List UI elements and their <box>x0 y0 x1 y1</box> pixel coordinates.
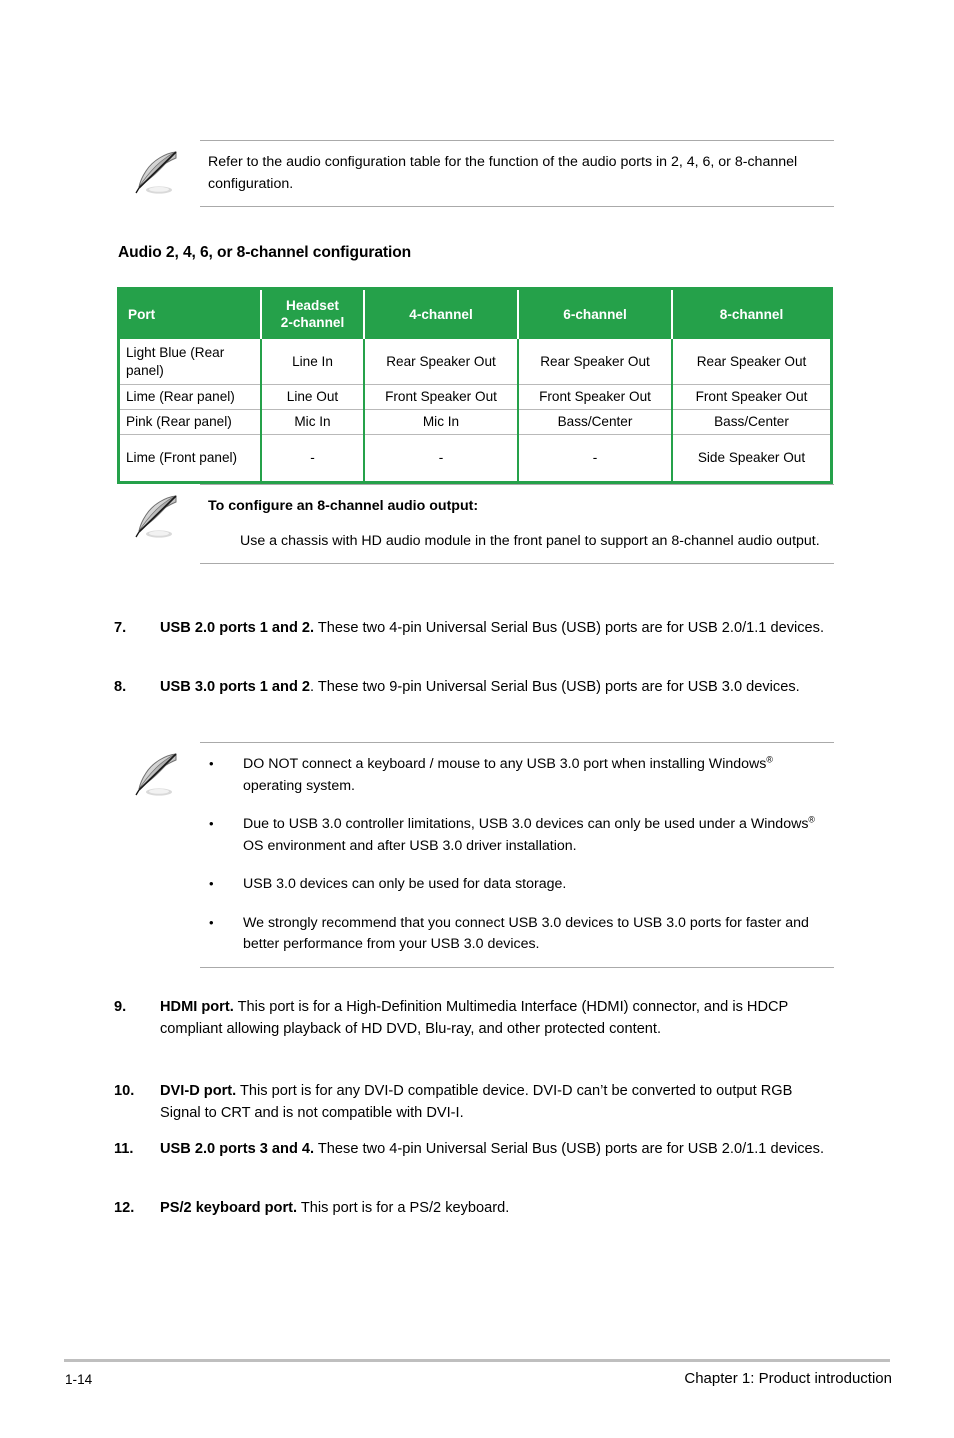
list-item: • DO NOT connect a keyboard / mouse to a… <box>200 754 834 797</box>
list-item-8: 8. USB 3.0 ports 1 and 2. These two 9-pi… <box>112 676 834 698</box>
list-item: • Due to USB 3.0 controller limitations,… <box>200 814 834 857</box>
footer-divider <box>64 1359 890 1362</box>
list-item-number: 10. <box>114 1083 135 1099</box>
cell-4-channel: - <box>364 434 519 481</box>
cell-6-channel: Front Speaker Out <box>518 384 673 410</box>
list-item-bold: PS/2 keyboard port. <box>160 1200 298 1216</box>
list-item: • USB 3.0 devices can only be used for d… <box>200 874 834 896</box>
audio-configuration-table: Port Headset 2-channel 4-channel 6-chann… <box>120 290 830 481</box>
audio-configuration-table-wrapper: Port Headset 2-channel 4-channel 6-chann… <box>117 287 833 484</box>
cell-4-channel: Mic In <box>364 409 519 435</box>
registered-mark-icon: ® <box>766 754 773 765</box>
list-item-9: 9. HDMI port. This port is for a High-De… <box>112 996 834 1041</box>
list-item-number: 8. <box>114 679 127 695</box>
bullet-marker: • <box>209 876 214 892</box>
note-audio-configuration: Refer to the audio configuration table f… <box>118 140 834 208</box>
column-header-headset-line1: Headset <box>286 298 339 313</box>
cell-2-channel: Line In <box>261 338 365 385</box>
cell-8-channel: Front Speaker Out <box>672 384 830 410</box>
bullet-text-post: OS environment and after USB 3.0 driver … <box>243 837 577 854</box>
footer-chapter-title: Chapter 1: Product introduction <box>684 1370 892 1387</box>
cell-2-channel: Mic In <box>261 409 365 435</box>
column-header-6-channel: 6-channel <box>518 290 673 339</box>
column-header-8-channel: 8-channel <box>672 290 830 339</box>
bullet-text-pre: Due to USB 3.0 controller limitations, U… <box>243 816 809 833</box>
list-item-number: 7. <box>114 620 127 636</box>
table-header-row: Port Headset 2-channel 4-channel 6-chann… <box>120 290 830 339</box>
list-item-bold: HDMI port. <box>160 999 234 1015</box>
note-body: To configure an 8-channel audio output: … <box>200 484 834 565</box>
bullet-marker: • <box>209 756 214 771</box>
usb3-bullet-list: • DO NOT connect a keyboard / mouse to a… <box>200 754 834 956</box>
list-item-text: USB 2.0 ports 3 and 4. These two 4-pin U… <box>160 1138 834 1160</box>
cell-2-channel: - <box>261 434 365 481</box>
list-item-7: 7. USB 2.0 ports 1 and 2. These two 4-pi… <box>112 617 834 639</box>
cell-8-channel: Side Speaker Out <box>672 434 830 481</box>
list-item-text: HDMI port. This port is for a High-Defin… <box>160 996 834 1041</box>
list-item-rest: These two 4-pin Universal Serial Bus (US… <box>314 620 825 636</box>
list-item-text: USB 2.0 ports 1 and 2. These two 4-pin U… <box>160 617 834 639</box>
quill-pen-icon <box>118 140 200 200</box>
bullet-text: DO NOT connect a keyboard / mouse to any… <box>243 754 820 797</box>
cell-port: Lime (Rear panel) <box>120 384 262 410</box>
bullet-text: Due to USB 3.0 controller limitations, U… <box>243 814 820 857</box>
list-item: • We strongly recommend that you connect… <box>200 913 834 956</box>
list-item-text: DVI-D port. This port is for any DVI-D c… <box>160 1080 834 1125</box>
list-item-text: PS/2 keyboard port. This port is for a P… <box>160 1197 834 1219</box>
list-item-10: 10. DVI-D port. This port is for any DVI… <box>112 1080 834 1125</box>
bullet-text-pre: DO NOT connect a keyboard / mouse to any… <box>243 756 767 772</box>
list-item-rest: These two 4-pin Universal Serial Bus (US… <box>314 1141 825 1157</box>
cell-4-channel: Rear Speaker Out <box>364 338 519 385</box>
column-header-headset-line2: 2-channel <box>280 315 345 331</box>
bullet-marker: • <box>209 914 214 930</box>
list-item-rest: This port is for a High-Definition Multi… <box>160 999 789 1038</box>
cell-6-channel: Rear Speaker Out <box>518 338 673 385</box>
note-usb3-warnings: • DO NOT connect a keyboard / mouse to a… <box>118 742 834 969</box>
list-item-number: 9. <box>114 999 127 1015</box>
list-item-rest: This port is for any DVI-D compatible de… <box>160 1083 793 1122</box>
column-header-headset-2-channel: Headset 2-channel <box>261 290 365 339</box>
list-item-11: 11. USB 2.0 ports 3 and 4. These two 4-p… <box>112 1138 834 1160</box>
list-item-number: 12. <box>114 1200 135 1216</box>
footer-page-number: 1-14 <box>65 1372 93 1387</box>
list-item-bold: DVI-D port. <box>160 1083 237 1099</box>
quill-pen-icon <box>118 484 200 544</box>
cell-8-channel: Bass/Center <box>672 409 830 435</box>
note-body: Refer to the audio configuration table f… <box>200 140 834 208</box>
cell-8-channel: Rear Speaker Out <box>696 353 807 369</box>
table-row: Lime (Rear panel) Line Out Front Speaker… <box>120 384 830 410</box>
bullet-marker: • <box>209 816 214 832</box>
cell-4-channel: Front Speaker Out <box>364 384 519 410</box>
table-row: Lime (Front panel) - - - Side Speaker Ou… <box>120 434 830 481</box>
table-row: Pink (Rear panel) Mic In Mic In Bass/Cen… <box>120 409 830 435</box>
list-item-rest: This port is for a PS/2 keyboard. <box>297 1200 510 1216</box>
list-item-number: 11. <box>114 1141 134 1157</box>
bullet-text-post: operating system. <box>243 777 355 794</box>
list-item-bold: USB 2.0 ports 1 and 2. <box>160 620 315 636</box>
page-section-heading: Audio 2, 4, 6, or 8-channel configuratio… <box>118 244 412 261</box>
cell-6-channel: - <box>518 434 673 481</box>
bullet-text: USB 3.0 devices can only be used for dat… <box>243 876 567 893</box>
list-item-text: USB 3.0 ports 1 and 2. These two 9-pin U… <box>160 676 834 698</box>
column-header-port: Port <box>120 290 262 339</box>
note-audio-text: Refer to the audio configuration table f… <box>208 154 798 192</box>
cell-2-channel: Line Out <box>261 384 365 410</box>
note-8channel-body: Use a chassis with HD audio module in th… <box>240 532 820 549</box>
quill-pen-icon <box>118 742 200 802</box>
cell-port: Lime (Front panel) <box>120 434 262 481</box>
registered-mark-icon: ® <box>808 814 815 825</box>
cell-port: Pink (Rear panel) <box>120 409 262 435</box>
bullet-text: We strongly recommend that you connect U… <box>243 914 809 953</box>
list-item-bold: USB 3.0 ports 1 and 2 <box>160 679 311 695</box>
note-body: • DO NOT connect a keyboard / mouse to a… <box>200 742 834 969</box>
note-8-channel-output: To configure an 8-channel audio output: … <box>118 484 834 565</box>
list-item-12: 12. PS/2 keyboard port. This port is for… <box>112 1197 834 1219</box>
note-8channel-title: To configure an 8-channel audio output: <box>208 498 479 514</box>
column-header-4-channel: 4-channel <box>364 290 519 339</box>
list-item-bold: USB 2.0 ports 3 and 4. <box>160 1141 315 1157</box>
table-row: Light Blue (Rear panel) Line In Rear Spe… <box>120 338 830 385</box>
cell-6-channel: Bass/Center <box>518 409 673 435</box>
list-item-rest: . These two 9-pin Universal Serial Bus (… <box>310 679 800 695</box>
cell-port: Light Blue (Rear panel) <box>120 338 262 385</box>
